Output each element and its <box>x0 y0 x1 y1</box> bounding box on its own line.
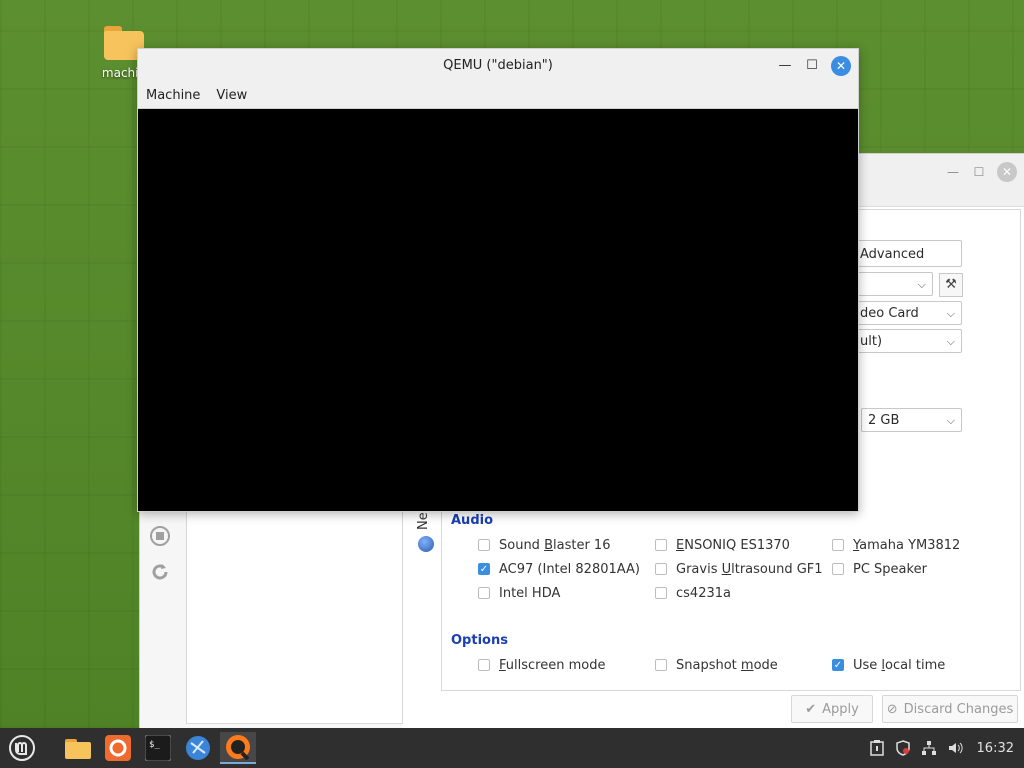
firefox-icon[interactable] <box>102 732 134 764</box>
clipboard-icon[interactable] <box>869 740 885 756</box>
option-snapshot[interactable]: Snapshot mode <box>655 656 778 674</box>
combo-top[interactable]: ⌵ <box>853 272 933 296</box>
options-section-title: Options <box>451 633 508 648</box>
audio-yamaha[interactable]: Yamaha YM3812 <box>832 536 960 554</box>
checkbox[interactable] <box>832 539 844 551</box>
minimize-button[interactable]: — <box>943 162 963 182</box>
vm-display[interactable] <box>138 110 858 511</box>
close-button[interactable]: ✕ <box>831 56 851 76</box>
stop-icon[interactable] <box>148 524 172 548</box>
maximize-button[interactable]: ☐ <box>969 162 989 182</box>
checkbox[interactable] <box>655 563 667 575</box>
checkmark-icon: ✔ <box>805 701 817 717</box>
shield-icon[interactable] <box>895 740 911 756</box>
close-button[interactable]: ✕ <box>997 162 1017 182</box>
chevron-down-icon: ⌵ <box>946 414 955 427</box>
menu-view[interactable]: View <box>216 88 247 103</box>
checkbox[interactable] <box>478 659 490 671</box>
apply-button[interactable]: ✔ Apply <box>791 695 873 723</box>
checkbox[interactable] <box>655 587 667 599</box>
option-fullscreen[interactable]: Fullscreen mode <box>478 656 605 674</box>
audio-pc-speaker[interactable]: PC Speaker <box>832 560 927 578</box>
files-icon[interactable] <box>62 732 94 764</box>
audio-ac97[interactable]: ✓ AC97 (Intel 82801AA) <box>478 560 640 578</box>
audio-cs4231a[interactable]: cs4231a <box>655 584 731 602</box>
video-card-select[interactable]: deo Card ⌵ <box>853 301 962 325</box>
cancel-icon: ⊘ <box>886 701 898 717</box>
qemu-title: QEMU ("debian") <box>138 49 858 83</box>
network-icon <box>418 536 434 552</box>
chevron-down-icon: ⌵ <box>946 335 955 348</box>
menu-machine[interactable]: Machine <box>146 88 200 103</box>
audio-sb16[interactable]: Sound Blaster 16 <box>478 536 610 554</box>
audio-intel-hda[interactable]: Intel HDA <box>478 584 560 602</box>
volume-icon[interactable] <box>947 740 963 756</box>
minimize-button[interactable]: — <box>775 56 795 76</box>
checkbox[interactable] <box>478 539 490 551</box>
chevron-down-icon: ⌵ <box>917 278 926 291</box>
maximize-button[interactable]: ☐ <box>802 56 822 76</box>
audio-section-title: Audio <box>451 513 494 528</box>
terminal-icon[interactable]: $_ <box>142 732 174 764</box>
chevron-down-icon: ⌵ <box>946 307 955 320</box>
option-local-time[interactable]: ✓ Use local time <box>832 656 945 674</box>
audio-gravis[interactable]: Gravis Ultrasound GF1 <box>655 560 823 578</box>
system-tray: 16:32 <box>869 728 1014 768</box>
checkbox-checked[interactable]: ✓ <box>478 563 490 575</box>
qemu-window: QEMU ("debian") — ☐ ✕ Machine View <box>137 48 859 512</box>
checkbox[interactable] <box>655 539 667 551</box>
start-menu-icon[interactable] <box>6 732 38 764</box>
checkbox[interactable] <box>655 659 667 671</box>
audio-es1370[interactable]: ENSONIQ ES1370 <box>655 536 790 554</box>
discard-changes-button[interactable]: ⊘ Discard Changes <box>882 695 1018 723</box>
refresh-icon[interactable] <box>148 560 172 584</box>
qemu-menubar: Machine View <box>138 83 858 109</box>
checkbox-checked[interactable]: ✓ <box>832 659 844 671</box>
tools-icon[interactable]: ⚒ <box>939 273 963 297</box>
taskbar: $_ 16:32 <box>0 728 1024 768</box>
browser-icon[interactable] <box>182 732 214 764</box>
checkbox[interactable] <box>832 563 844 575</box>
checkbox[interactable] <box>478 587 490 599</box>
tab-advanced[interactable]: Advanced <box>853 240 962 267</box>
default-select[interactable]: ult) ⌵ <box>853 329 962 353</box>
clock[interactable]: 16:32 <box>977 741 1014 756</box>
ram-select[interactable]: 2 GB ⌵ <box>861 408 962 432</box>
qemu-taskbar-icon[interactable] <box>220 732 256 764</box>
svg-text:$_: $_ <box>149 740 160 750</box>
network-icon[interactable] <box>921 740 937 756</box>
